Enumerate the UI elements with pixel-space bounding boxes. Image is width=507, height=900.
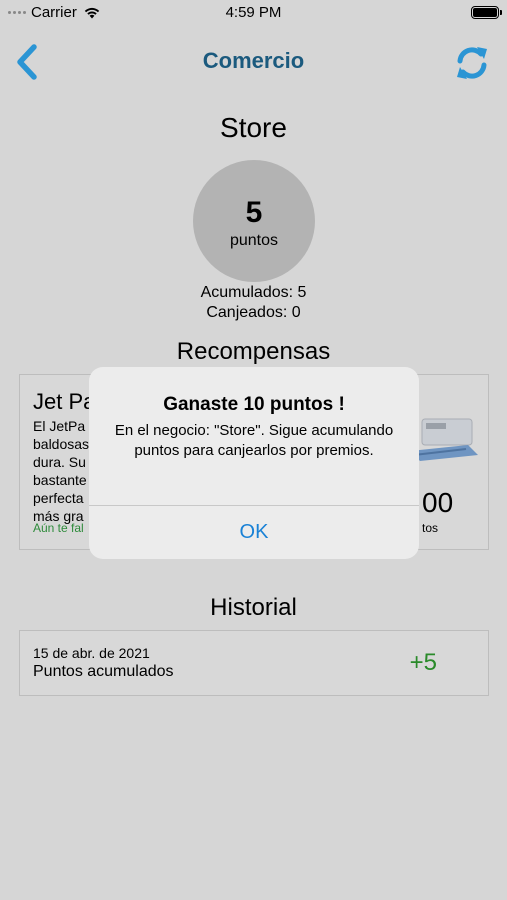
points-value: 5	[245, 196, 263, 229]
refresh-icon	[457, 47, 487, 79]
alert-title: Ganaste 10 puntos !	[163, 394, 345, 415]
reward-name: Jet Pa	[33, 389, 96, 414]
redeemed-points: Canjeados: 0	[206, 304, 301, 321]
reward-cost: 00	[422, 487, 454, 518]
navigation-bar: Comercio	[0, 40, 507, 84]
history-description: Puntos acumulados	[33, 663, 174, 680]
points-circle: 5 puntos	[193, 160, 315, 282]
battery-icon	[471, 6, 502, 19]
ok-button[interactable]: OK	[89, 506, 419, 559]
points-label: puntos	[229, 232, 279, 249]
status-time: 4:59 PM	[225, 4, 282, 21]
refresh-button[interactable]	[453, 44, 491, 82]
reward-cost-label: tos	[422, 521, 439, 535]
history-entry: 15 de abr. de 2021 Puntos acumulados +5	[19, 630, 489, 696]
reward-missing-points: Aún te fal	[33, 521, 84, 535]
accumulated-points: Acumulados: 5	[200, 284, 307, 301]
store-name: Store	[220, 112, 287, 143]
history-title: Historial	[210, 594, 297, 621]
page-title: Comercio	[202, 48, 305, 73]
rewards-title: Recompensas	[176, 338, 331, 365]
history-points: +5	[409, 649, 437, 676]
points-alert-dialog: Ganaste 10 puntos ! En el negocio: "Stor…	[89, 367, 419, 559]
history-date: 15 de abr. de 2021	[33, 645, 150, 661]
alert-message: En el negocio: "Store". Sigue acumulando…	[114, 422, 394, 459]
status-bar: Carrier 4:59 PM	[0, 0, 507, 26]
points-stats: Acumulados: 5 Canjeados: 0	[0, 283, 507, 323]
